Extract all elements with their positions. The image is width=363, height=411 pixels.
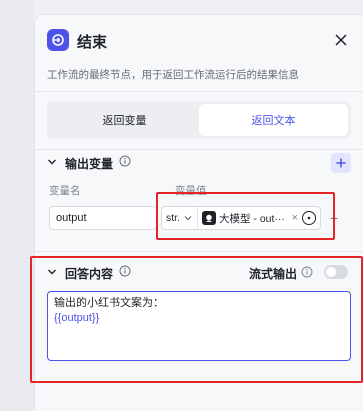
chevron-down-icon: [184, 216, 192, 221]
add-variable-button[interactable]: [331, 153, 351, 173]
close-icon: [335, 34, 347, 46]
column-label-name: 变量名: [49, 185, 81, 197]
divider: [35, 149, 363, 150]
type-select[interactable]: str.: [162, 207, 198, 229]
stream-output-toggle[interactable]: [324, 265, 348, 279]
answer-content-editor[interactable]: 输出的小红书文案为： {{output}}: [47, 291, 351, 361]
minus-icon[interactable]: −: [327, 208, 341, 228]
panel-header: 结束: [35, 15, 363, 69]
stream-output-label: 流式输出: [249, 267, 298, 281]
canvas-background: [0, 0, 34, 411]
plus-icon: [336, 158, 346, 168]
return-mode-tabs: 返回变量 返回文本: [47, 101, 351, 139]
tab-return-text[interactable]: 返回文本: [199, 104, 348, 136]
model-icon: [202, 211, 216, 225]
type-select-value: str.: [166, 212, 181, 224]
answer-section-title: 回答内容: [65, 267, 114, 281]
answer-section-header: 回答内容: [35, 261, 363, 285]
answer-text: 输出的小红书文案为：: [54, 297, 164, 309]
answer-variable: {{output}}: [54, 312, 100, 324]
divider: [35, 91, 363, 92]
column-label-value: 变量值: [175, 185, 207, 197]
variable-name-input[interactable]: output: [49, 206, 157, 230]
node-description: 工作流的最终节点，用于返回工作流运行后的结果信息: [47, 69, 299, 81]
variable-reference-icon[interactable]: [302, 211, 316, 225]
variable-value-field: str. 大模型 - out··· ×: [161, 206, 321, 230]
end-node-panel: 结束 工作流的最终节点，用于返回工作流运行后的结果信息 返回变量 返回文本 输出…: [34, 14, 363, 411]
reference-tag[interactable]: 大模型 - out···: [202, 209, 288, 227]
divider: [35, 251, 363, 252]
close-button[interactable]: [331, 30, 351, 50]
output-section-header: 输出变量: [35, 151, 363, 175]
tab-return-variables[interactable]: 返回变量: [50, 104, 199, 136]
info-icon[interactable]: [119, 155, 131, 167]
clear-reference-icon[interactable]: ×: [292, 212, 298, 224]
reference-label: 大模型 - out···: [219, 212, 285, 225]
node-title: 结束: [77, 34, 108, 51]
chevron-down-icon[interactable]: [47, 267, 57, 277]
toggle-knob: [326, 267, 336, 277]
exit-icon: [47, 29, 69, 51]
output-section-title: 输出变量: [65, 157, 114, 171]
info-icon[interactable]: [119, 265, 131, 277]
info-icon[interactable]: [301, 266, 313, 278]
chevron-down-icon[interactable]: [47, 157, 57, 167]
